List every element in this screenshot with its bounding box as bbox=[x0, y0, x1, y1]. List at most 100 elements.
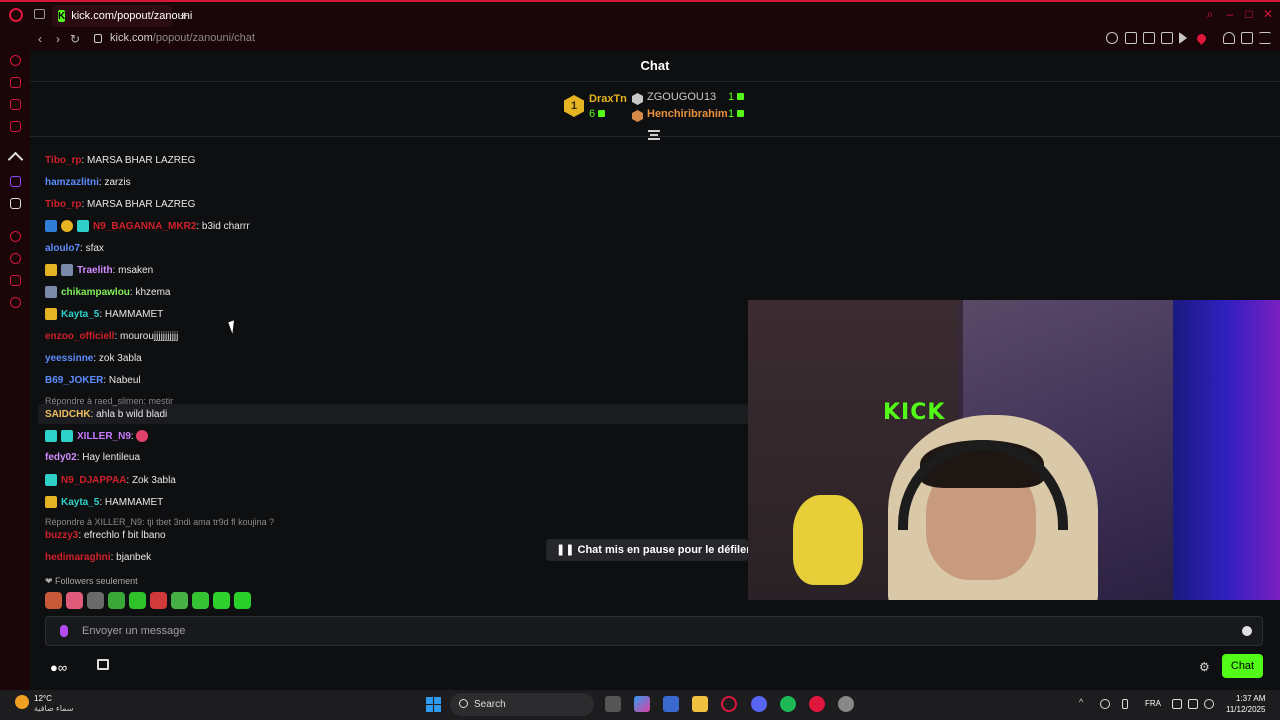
tab-overview-icon[interactable] bbox=[34, 9, 45, 19]
minimize-icon[interactable]: – bbox=[1224, 8, 1236, 20]
chat-username[interactable]: SAIDCHK bbox=[45, 409, 91, 420]
zoom-icon[interactable] bbox=[1106, 32, 1118, 44]
emote-icon[interactable] bbox=[87, 592, 104, 609]
emote-icon[interactable] bbox=[45, 592, 62, 609]
chat-message[interactable]: yeessinne: zok 3abla bbox=[45, 353, 142, 364]
chat-message[interactable]: N9_DJAPPAA: Zok 3abla bbox=[45, 474, 176, 486]
bookmark-icon[interactable] bbox=[1125, 32, 1137, 44]
clock-date[interactable]: 11/12/2025 bbox=[1226, 705, 1265, 714]
chat-message[interactable]: fedy02: Hay lentileua bbox=[45, 452, 140, 463]
chat-message[interactable]: Kayta_5: HAMMAMET bbox=[45, 308, 163, 320]
chat-paused-banner[interactable]: ❚❚ Chat mis en pause pour le défilement bbox=[546, 539, 748, 561]
adblock-icon[interactable] bbox=[1161, 32, 1173, 44]
emote-icon[interactable] bbox=[213, 592, 230, 609]
chat-message[interactable]: aloulo7: sfax bbox=[45, 243, 104, 254]
player-icon[interactable] bbox=[1179, 32, 1187, 44]
whatsapp-tray-icon[interactable] bbox=[1204, 699, 1214, 709]
reload-icon[interactable]: ↻ bbox=[68, 32, 82, 46]
chat-username[interactable]: Kayta_5 bbox=[61, 309, 99, 320]
chat-username[interactable]: XILLER_N9 bbox=[77, 431, 131, 442]
messenger-icon[interactable] bbox=[10, 99, 21, 110]
chat-message[interactable]: enzoo_officiell: mouroujjjjjjjjjjj bbox=[45, 331, 178, 342]
microphone-icon[interactable] bbox=[60, 625, 68, 637]
back-icon[interactable]: ‹ bbox=[33, 32, 47, 46]
kick-sidebar-icon[interactable] bbox=[7, 151, 24, 168]
chat-username[interactable]: N9_DJAPPAA bbox=[61, 475, 126, 486]
file-explorer-icon[interactable] bbox=[692, 696, 708, 712]
news-icon[interactable] bbox=[10, 121, 21, 132]
copilot-icon[interactable] bbox=[634, 696, 650, 712]
emote-icon[interactable] bbox=[150, 592, 167, 609]
chat-message[interactable]: hedimaraghni: bjanbek bbox=[45, 552, 151, 563]
new-tab-icon[interactable]: + bbox=[180, 7, 188, 23]
network-icon[interactable] bbox=[1172, 699, 1182, 709]
windows-start-icon[interactable] bbox=[426, 697, 441, 712]
chat-username[interactable]: B69_JOKER bbox=[45, 375, 103, 386]
chat-message[interactable]: N9_BAGANNA_MKR2: b3id charrr bbox=[45, 220, 250, 232]
url-field[interactable]: kick.com/popout/zanouni/chat bbox=[110, 32, 255, 44]
browser-tab[interactable]: K kick.com/popout/zanouni bbox=[52, 5, 192, 27]
chat-message[interactable]: chikampawlou: khzema bbox=[45, 286, 170, 298]
channel-points-icon[interactable]: ●∞ bbox=[50, 660, 67, 675]
chat-username[interactable]: buzzy3 bbox=[45, 530, 78, 541]
emote-icon[interactable] bbox=[171, 592, 188, 609]
chat-username[interactable]: yeessinne bbox=[45, 353, 93, 364]
emote-icon[interactable] bbox=[108, 592, 125, 609]
webcam-video-overlay[interactable]: KICK bbox=[748, 300, 1280, 600]
opera-logo-icon[interactable] bbox=[9, 8, 23, 22]
maximize-icon[interactable]: □ bbox=[1243, 8, 1255, 20]
chat-settings-icon[interactable]: ⚙ bbox=[1199, 660, 1210, 674]
twitch-icon[interactable] bbox=[10, 176, 21, 187]
mic-tray-icon[interactable] bbox=[1122, 699, 1128, 709]
settings-sidebar-icon[interactable] bbox=[10, 297, 21, 308]
discord-icon[interactable] bbox=[751, 696, 767, 712]
emote-icon[interactable] bbox=[66, 592, 83, 609]
extensions-icon[interactable] bbox=[10, 275, 21, 286]
chat-username[interactable]: fedy02 bbox=[45, 452, 77, 463]
heart-icon[interactable] bbox=[1195, 32, 1208, 45]
message-input[interactable] bbox=[82, 617, 1222, 645]
emote-icon[interactable] bbox=[192, 592, 209, 609]
reply-reference[interactable]: Répondre à XILLER_N9: tji tbet 3ndi ama … bbox=[45, 517, 274, 527]
leaderboard-third-name[interactable]: Henchiribrahim bbox=[647, 108, 728, 120]
input-language[interactable]: FRA bbox=[1145, 699, 1161, 708]
chat-username[interactable]: N9_BAGANNA_MKR2 bbox=[93, 221, 196, 232]
chat-username[interactable]: Kayta_5 bbox=[61, 497, 99, 508]
profile-icon[interactable] bbox=[1223, 32, 1235, 44]
chat-message[interactable]: Kayta_5: HAMMAMET bbox=[45, 496, 163, 508]
chat-username[interactable]: hedimaraghni bbox=[45, 552, 111, 563]
task-view-icon[interactable] bbox=[605, 696, 621, 712]
chat-message[interactable]: SAIDCHK: ahla b wild bladi bbox=[45, 409, 167, 420]
snapshot-icon[interactable] bbox=[1143, 32, 1155, 44]
menu-icon[interactable] bbox=[1259, 32, 1271, 44]
lock-icon[interactable] bbox=[94, 34, 102, 43]
app-red-icon[interactable] bbox=[809, 696, 825, 712]
aria-icon[interactable] bbox=[10, 77, 21, 88]
chat-message[interactable]: Traelith: msaken bbox=[45, 264, 153, 276]
close-window-icon[interactable]: ✕ bbox=[1262, 8, 1274, 20]
chat-username[interactable]: Traelith bbox=[77, 265, 113, 276]
clock-time[interactable]: 1:37 AM bbox=[1236, 694, 1265, 703]
tray-overflow-icon[interactable]: ^ bbox=[1079, 697, 1089, 707]
emote-icon[interactable] bbox=[129, 592, 146, 609]
store-app-icon[interactable] bbox=[663, 696, 679, 712]
search-tabs-icon[interactable]: ⌕ bbox=[1204, 8, 1216, 20]
volume-icon[interactable] bbox=[1188, 699, 1198, 709]
spotify-icon[interactable] bbox=[780, 696, 796, 712]
app-gray-icon[interactable] bbox=[838, 696, 854, 712]
chat-message[interactable]: Tibo_rp: MARSA BHAR LAZREG bbox=[45, 199, 195, 210]
download-icon[interactable] bbox=[1241, 32, 1253, 44]
chat-message[interactable]: Tibo_rp: MARSA BHAR LAZREG bbox=[45, 155, 195, 166]
reply-reference[interactable]: Répondre à raed_slimen: mestir bbox=[45, 396, 173, 406]
chat-username[interactable]: aloulo7 bbox=[45, 243, 80, 254]
leaderboard-second-name[interactable]: ZGOUGOU13 bbox=[647, 91, 716, 103]
chat-message[interactable]: hamzazlitni: zarzis bbox=[45, 177, 131, 188]
chat-username[interactable]: Tibo_rp bbox=[45, 155, 81, 166]
collapse-leaderboard-icon[interactable] bbox=[648, 130, 660, 140]
speed-dial-icon[interactable] bbox=[10, 55, 21, 66]
chat-message[interactable]: B69_JOKER: Nabeul bbox=[45, 375, 141, 386]
player-sidebar-icon[interactable] bbox=[10, 231, 21, 242]
x-icon[interactable] bbox=[10, 198, 21, 209]
onedrive-icon[interactable] bbox=[1100, 699, 1110, 709]
chat-message[interactable]: buzzy3: efrechlo f bit lbano bbox=[45, 530, 166, 541]
